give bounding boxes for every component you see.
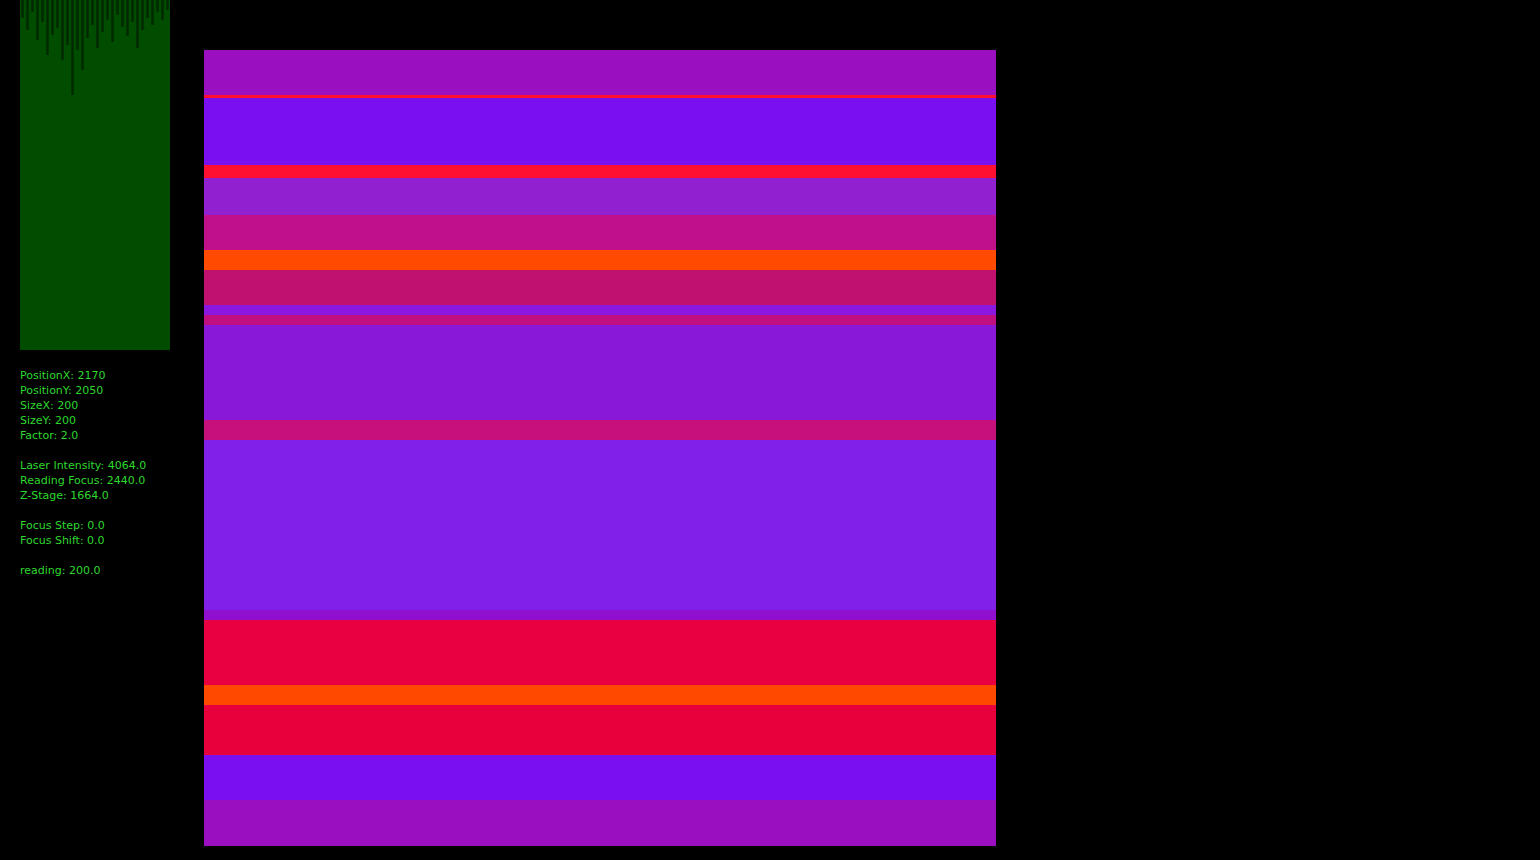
- histogram-bar: [121, 0, 124, 27]
- readout-group: PositionX: 2170PositionY: 2050SizeX: 200…: [20, 368, 170, 443]
- readout-line: Reading Focus: 2440.0: [20, 473, 170, 488]
- readout-line: Focus Shift: 0.0: [20, 533, 170, 548]
- readout-line: SizeY: 200: [20, 413, 170, 428]
- histogram-bar: [141, 0, 144, 30]
- readout-line: Laser Intensity: 4064.0: [20, 458, 170, 473]
- histogram-bar: [76, 0, 79, 50]
- histogram-bar: [71, 0, 74, 95]
- histogram-bar: [156, 0, 159, 12]
- histogram-bar: [161, 0, 164, 20]
- readout-group: Laser Intensity: 4064.0Reading Focus: 24…: [20, 458, 170, 503]
- histogram-bar: [116, 0, 119, 15]
- readout-line: Z-Stage: 1664.0: [20, 488, 170, 503]
- scan-image: [204, 50, 996, 846]
- histogram-bar: [96, 0, 99, 48]
- histogram-bar: [36, 0, 39, 40]
- histogram-bar: [126, 0, 129, 36]
- histogram-bar: [146, 0, 149, 18]
- histogram-bar: [101, 0, 104, 32]
- readout-panel: PositionX: 2170PositionY: 2050SizeX: 200…: [20, 368, 170, 578]
- histogram-bar: [26, 0, 29, 30]
- histogram-bar: [41, 0, 44, 22]
- histogram-bar: [61, 0, 64, 60]
- histogram-chart: [20, 0, 170, 350]
- histogram-bar: [51, 0, 54, 35]
- readout-line: SizeX: 200: [20, 398, 170, 413]
- histogram-bar: [81, 0, 84, 70]
- readout-line: reading: 200.0: [20, 563, 170, 578]
- left-panel: PositionX: 2170PositionY: 2050SizeX: 200…: [20, 0, 170, 860]
- histogram-bar: [136, 0, 139, 48]
- readout-group: reading: 200.0: [20, 563, 170, 578]
- readout-line: PositionX: 2170: [20, 368, 170, 383]
- histogram-bar: [91, 0, 94, 25]
- histogram-bar: [151, 0, 154, 25]
- histogram-bar: [31, 0, 34, 12]
- app: PositionX: 2170PositionY: 2050SizeX: 200…: [0, 0, 1540, 860]
- histogram-bar: [106, 0, 109, 20]
- histogram-bar: [46, 0, 49, 55]
- histogram-bar: [56, 0, 59, 28]
- histogram-bar: [66, 0, 69, 45]
- readout-group: Focus Step: 0.0Focus Shift: 0.0: [20, 518, 170, 548]
- histogram-bar: [86, 0, 89, 38]
- histogram-bar: [21, 0, 24, 18]
- readout-line: Factor: 2.0: [20, 428, 170, 443]
- histogram-bar: [111, 0, 114, 42]
- histogram-bar: [131, 0, 134, 22]
- histogram-bar: [166, 0, 169, 10]
- readout-line: Focus Step: 0.0: [20, 518, 170, 533]
- readout-line: PositionY: 2050: [20, 383, 170, 398]
